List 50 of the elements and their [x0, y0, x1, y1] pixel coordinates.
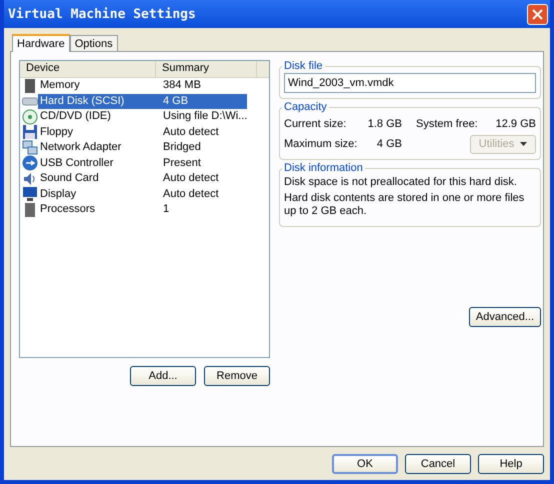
- device-name[interactable]: Hard Disk (SCSI): [38, 94, 162, 109]
- chip-icon: [22, 202, 38, 218]
- tab[interactable]: Options: [70, 35, 118, 51]
- field-label: System free:: [416, 118, 479, 130]
- group-title: Disk information: [283, 162, 364, 174]
- device-name[interactable]: Sound Card: [38, 171, 162, 186]
- list-button[interactable]: Add...: [130, 366, 196, 386]
- device-name[interactable]: Processors: [38, 202, 162, 218]
- close-icon: [532, 8, 543, 20]
- device-summary: Bridged: [162, 140, 202, 156]
- group-title: Capacity: [283, 101, 328, 113]
- field-label: Maximum size:: [284, 138, 358, 150]
- column-header[interactable]: Device: [20, 61, 156, 77]
- usb-icon: [22, 155, 38, 172]
- device-summary: 4 GB: [162, 94, 247, 109]
- device-summary: Auto detect: [162, 124, 220, 140]
- disc-icon: [22, 108, 38, 125]
- field-value: 4 GB: [376, 138, 402, 150]
- device-name[interactable]: USB Controller: [38, 156, 162, 171]
- dialog-button[interactable]: Cancel: [405, 454, 471, 474]
- device-summary: Auto detect: [162, 186, 220, 202]
- field-value: 12.9 GB: [494, 118, 536, 130]
- device-name[interactable]: CD/DVD (IDE): [38, 109, 162, 124]
- device-summary: Using file D:\Wi...: [162, 109, 248, 124]
- info-text: Disk space is not preallocated for this hard disk.: [284, 176, 518, 189]
- window-title: Virtual Machine Settings: [8, 6, 196, 22]
- field-value: 1.8 GB: [366, 118, 402, 130]
- device-summary: 384 MB: [162, 78, 202, 94]
- device-name[interactable]: Memory: [38, 78, 162, 94]
- device-summary: 1: [162, 202, 170, 218]
- list-button[interactable]: Remove: [204, 366, 270, 386]
- dialog-button[interactable]: Help: [478, 454, 544, 474]
- tab[interactable]: Hardware: [12, 34, 70, 52]
- caret-icon: [520, 142, 528, 146]
- dialog-button[interactable]: OK: [332, 454, 398, 474]
- monitor-icon: [22, 186, 38, 202]
- column-header[interactable]: Summary: [156, 61, 257, 77]
- device-summary: Present: [162, 156, 202, 171]
- field-label: Current size:: [284, 118, 348, 130]
- advanced-button[interactable]: Advanced...: [468, 307, 541, 327]
- device-summary: Auto detect: [162, 171, 220, 186]
- close-button[interactable]: [527, 4, 548, 24]
- device-name[interactable]: Display: [38, 186, 162, 202]
- chip-icon: [22, 78, 38, 94]
- group-title: Disk file: [283, 60, 324, 72]
- device-name[interactable]: Network Adapter: [38, 140, 162, 156]
- info-text: Hard disk contents are stored in one or more files up to 2 GB each.: [284, 192, 526, 218]
- disk-file-field[interactable]: Wind_2003_vm.vmdk: [284, 73, 536, 93]
- device-name[interactable]: Floppy: [38, 124, 162, 140]
- network-icon: [22, 140, 38, 156]
